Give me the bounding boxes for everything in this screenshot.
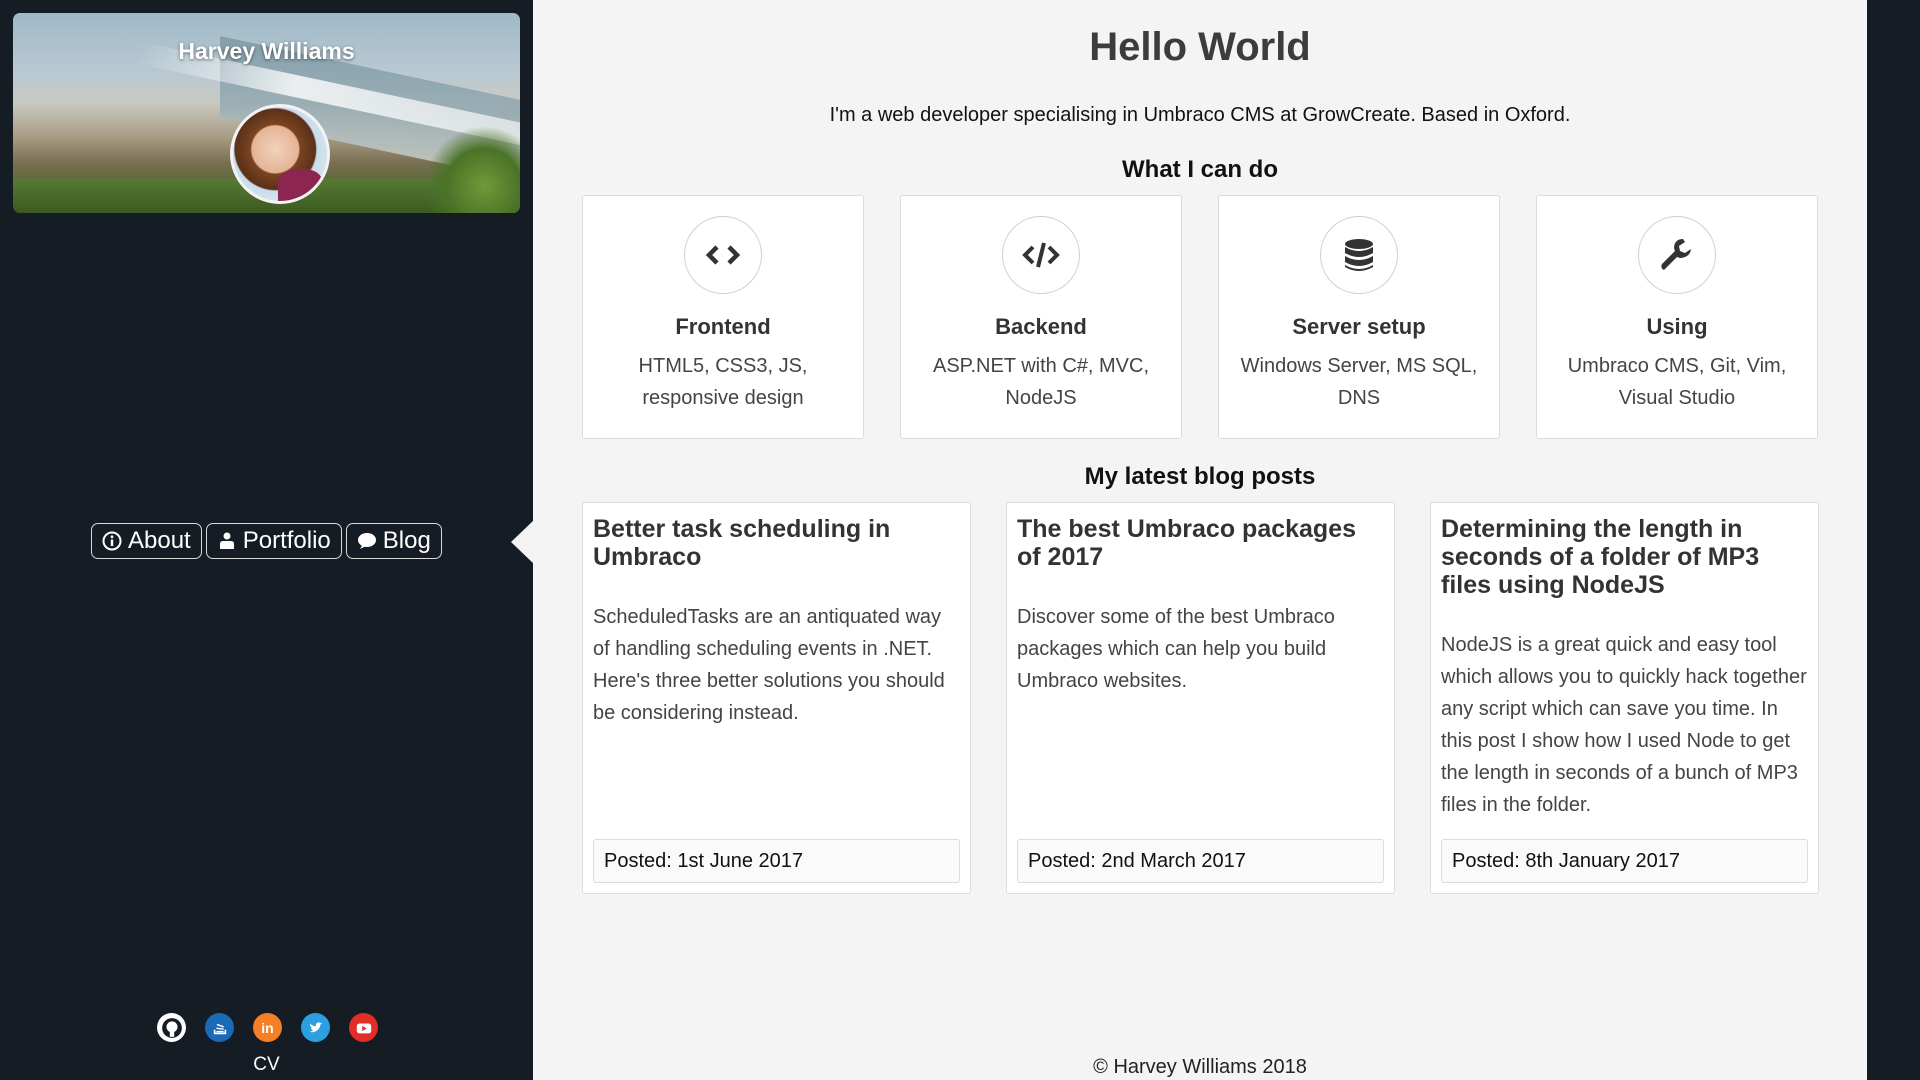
avatar xyxy=(230,104,330,204)
post-date: Posted: 8th January 2017 xyxy=(1441,839,1808,883)
blog-post-card[interactable]: Better task scheduling in Umbraco Schedu… xyxy=(582,502,971,894)
database-icon xyxy=(1320,216,1398,294)
nav-pointer xyxy=(511,520,534,564)
footer-copyright: © Harvey Williams 2018 xyxy=(1093,1056,1307,1078)
intro-text: I'm a web developer specialising in Umbr… xyxy=(829,104,1571,126)
wrench-icon xyxy=(1638,216,1716,294)
post-date: Posted: 1st June 2017 xyxy=(593,839,960,883)
post-excerpt: NodeJS is a great quick and easy tool wh… xyxy=(1441,634,1807,816)
twitter-icon[interactable] xyxy=(301,1013,330,1042)
page-title: Hello World xyxy=(1089,25,1311,69)
nav-about-button[interactable]: About xyxy=(91,523,202,559)
profile-card: Harvey Williams xyxy=(13,13,520,213)
comment-icon xyxy=(357,533,376,549)
cv-link[interactable]: CV xyxy=(0,1054,533,1076)
post-excerpt: Discover some of the best Umbraco packag… xyxy=(1017,606,1335,692)
code-icon xyxy=(684,216,762,294)
page-margin xyxy=(1867,0,1920,1080)
nav-blog-label: Blog xyxy=(382,527,431,554)
user-icon xyxy=(219,532,234,549)
nav-portfolio-label: Portfolio xyxy=(242,527,331,554)
background-bush xyxy=(430,123,520,213)
post-date: Posted: 2nd March 2017 xyxy=(1017,839,1384,883)
skills-heading: What I can do xyxy=(1122,156,1278,183)
post-excerpt: ScheduledTasks are an antiquated way of … xyxy=(593,606,945,724)
main-content: Hello World I'm a web developer speciali… xyxy=(533,0,1867,1080)
profile-name: Harvey Williams xyxy=(178,38,355,64)
youtube-icon[interactable] xyxy=(349,1013,378,1042)
skill-title: Backend xyxy=(995,314,1087,339)
blog-post-card[interactable]: The best Umbraco packages of 2017 Discov… xyxy=(1006,502,1395,894)
linkedin-icon[interactable]: in xyxy=(253,1013,282,1042)
nav-about-label: About xyxy=(128,527,191,554)
skill-title: Frontend xyxy=(675,314,771,339)
skill-title: Using xyxy=(1646,314,1708,339)
skill-description: HTML5, CSS3, JS, responsive design xyxy=(638,355,808,409)
github-icon[interactable] xyxy=(157,1013,186,1042)
sidebar: Harvey Williams About Portfolio Blog in xyxy=(0,0,533,1080)
skill-card-frontend: Frontend HTML5, CSS3, JS, responsive desi… xyxy=(582,195,864,439)
social-links: in xyxy=(157,1013,378,1042)
code-slash-icon xyxy=(1002,216,1080,294)
post-title[interactable]: Determining the length in seconds of a f… xyxy=(1441,515,1808,599)
post-title[interactable]: The best Umbraco packages of 2017 xyxy=(1017,515,1384,571)
nav-portfolio-button[interactable]: Portfolio xyxy=(205,523,342,559)
skill-description: Umbraco CMS, Git, Vim, Visual Studio xyxy=(1567,355,1787,409)
post-title[interactable]: Better task scheduling in Umbraco xyxy=(593,515,960,571)
skill-title: Server setup xyxy=(1292,314,1426,339)
main-nav: About Portfolio Blog xyxy=(91,523,442,559)
nav-blog-button[interactable]: Blog xyxy=(345,523,442,559)
info-circle-icon xyxy=(102,531,122,551)
skill-description: ASP.NET with C#, MVC, NodeJS xyxy=(933,355,1149,409)
skill-card-using: Using Umbraco CMS, Git, Vim, Visual Studi… xyxy=(1536,195,1818,439)
blog-heading: My latest blog posts xyxy=(1084,463,1316,490)
blog-post-card[interactable]: Determining the length in seconds of a f… xyxy=(1430,502,1819,894)
skill-card-server-setup: Server setup Windows Server, MS SQL, DNS xyxy=(1218,195,1500,439)
stackoverflow-icon[interactable] xyxy=(205,1013,234,1042)
skill-card-backend: Backend ASP.NET with C#, MVC, NodeJS xyxy=(900,195,1182,439)
skill-description: Windows Server, MS SQL, DNS xyxy=(1240,355,1478,409)
